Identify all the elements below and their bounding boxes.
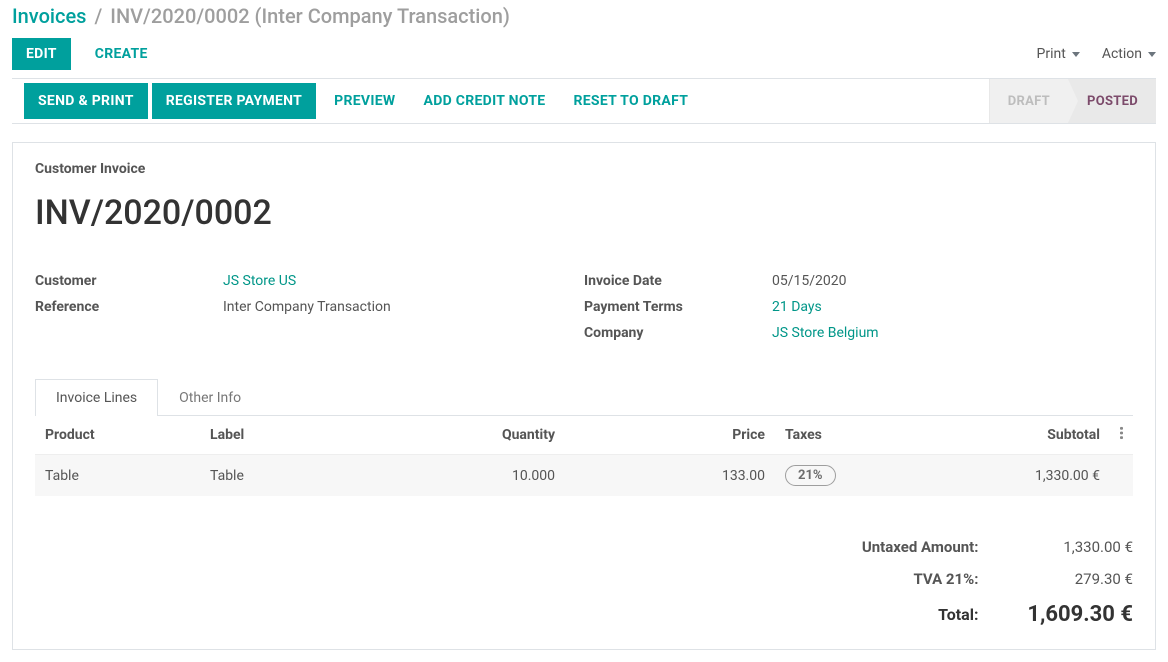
col-label[interactable]: Label bbox=[200, 416, 435, 455]
tva-label: TVA 21%: bbox=[853, 570, 978, 588]
table-row[interactable]: Table Table 10.000 133.00 21% 1,330.00 € bbox=[35, 455, 1133, 497]
add-credit-note-button[interactable]: ADD CREDIT NOTE bbox=[409, 83, 559, 119]
vertical-dots-icon bbox=[1120, 426, 1123, 440]
card-type-label: Customer Invoice bbox=[35, 161, 1133, 177]
cell-menu bbox=[1110, 455, 1133, 497]
col-subtotal[interactable]: Subtotal bbox=[945, 416, 1110, 455]
header-row: EDIT CREATE Print Action bbox=[12, 38, 1156, 70]
caret-down-icon bbox=[1148, 52, 1156, 57]
customer-value[interactable]: JS Store US bbox=[223, 273, 296, 289]
header-right: Print Action bbox=[1037, 46, 1156, 62]
company-label: Company bbox=[584, 325, 772, 341]
form-columns: Customer JS Store US Reference Inter Com… bbox=[35, 273, 1133, 351]
totals-block: Untaxed Amount: 1,330.00 € TVA 21%: 279.… bbox=[35, 538, 1133, 627]
total-value: 1,609.30 € bbox=[1018, 602, 1133, 627]
action-label: Action bbox=[1102, 46, 1142, 62]
status-posted[interactable]: POSTED bbox=[1068, 79, 1156, 123]
cell-product: Table bbox=[35, 455, 200, 497]
untaxed-label: Untaxed Amount: bbox=[853, 538, 978, 556]
register-payment-button[interactable]: REGISTER PAYMENT bbox=[152, 83, 316, 119]
totals-grid: Untaxed Amount: 1,330.00 € TVA 21%: 279.… bbox=[853, 538, 1133, 627]
customer-label: Customer bbox=[35, 273, 223, 289]
create-button[interactable]: CREATE bbox=[81, 38, 162, 70]
table-header-row: Product Label Quantity Price Taxes Subto… bbox=[35, 416, 1133, 455]
edit-button[interactable]: EDIT bbox=[12, 38, 71, 70]
reset-to-draft-button[interactable]: RESET TO DRAFT bbox=[559, 83, 702, 119]
form-col-left: Customer JS Store US Reference Inter Com… bbox=[35, 273, 584, 351]
company-value[interactable]: JS Store Belgium bbox=[772, 325, 879, 341]
total-label: Total: bbox=[853, 605, 978, 624]
field-invoice-date: Invoice Date 05/15/2020 bbox=[584, 273, 1133, 289]
action-dropdown[interactable]: Action bbox=[1102, 46, 1156, 62]
field-reference: Reference Inter Company Transaction bbox=[35, 299, 584, 315]
status-draft[interactable]: DRAFT bbox=[989, 79, 1068, 123]
cell-taxes: 21% bbox=[775, 455, 945, 497]
field-payment-terms: Payment Terms 21 Days bbox=[584, 299, 1133, 315]
payment-terms-label: Payment Terms bbox=[584, 299, 772, 315]
tax-badge: 21% bbox=[785, 465, 836, 486]
action-bar-left: SEND & PRINT REGISTER PAYMENT PREVIEW AD… bbox=[12, 79, 714, 123]
breadcrumb-root[interactable]: Invoices bbox=[12, 4, 86, 28]
form-col-right: Invoice Date 05/15/2020 Payment Terms 21… bbox=[584, 273, 1133, 351]
payment-terms-value[interactable]: 21 Days bbox=[772, 299, 822, 315]
lines-table: Product Label Quantity Price Taxes Subto… bbox=[35, 416, 1133, 496]
status-steps: DRAFT POSTED bbox=[989, 79, 1156, 123]
invoice-date-value: 05/15/2020 bbox=[772, 273, 847, 289]
col-price[interactable]: Price bbox=[565, 416, 775, 455]
reference-value: Inter Company Transaction bbox=[223, 299, 391, 315]
field-customer: Customer JS Store US bbox=[35, 273, 584, 289]
preview-button[interactable]: PREVIEW bbox=[320, 83, 409, 119]
tva-value: 279.30 € bbox=[1018, 570, 1133, 588]
reference-label: Reference bbox=[35, 299, 223, 315]
tab-invoice-lines[interactable]: Invoice Lines bbox=[35, 379, 158, 416]
invoice-card: Customer Invoice INV/2020/0002 Customer … bbox=[12, 142, 1156, 650]
col-taxes[interactable]: Taxes bbox=[775, 416, 945, 455]
col-quantity[interactable]: Quantity bbox=[435, 416, 565, 455]
invoice-title: INV/2020/0002 bbox=[35, 193, 1133, 233]
cell-label: Table bbox=[200, 455, 435, 497]
field-company: Company JS Store Belgium bbox=[584, 325, 1133, 341]
untaxed-value: 1,330.00 € bbox=[1018, 538, 1133, 556]
caret-down-icon bbox=[1072, 52, 1080, 57]
cell-price: 133.00 bbox=[565, 455, 775, 497]
send-print-button[interactable]: SEND & PRINT bbox=[24, 83, 148, 119]
header-left: EDIT CREATE bbox=[12, 38, 162, 70]
invoice-date-label: Invoice Date bbox=[584, 273, 772, 289]
tabs: Invoice Lines Other Info bbox=[35, 379, 1133, 416]
breadcrumb: Invoices / INV/2020/0002 (Inter Company … bbox=[12, 4, 1156, 28]
breadcrumb-tail: INV/2020/0002 (Inter Company Transaction… bbox=[110, 4, 510, 28]
breadcrumb-slash: / bbox=[94, 4, 102, 28]
print-dropdown[interactable]: Print bbox=[1037, 46, 1080, 62]
col-menu[interactable] bbox=[1110, 416, 1133, 455]
cell-subtotal: 1,330.00 € bbox=[945, 455, 1110, 497]
print-label: Print bbox=[1037, 46, 1066, 62]
action-bar: SEND & PRINT REGISTER PAYMENT PREVIEW AD… bbox=[12, 78, 1156, 124]
col-product[interactable]: Product bbox=[35, 416, 200, 455]
tab-other-info[interactable]: Other Info bbox=[158, 379, 262, 416]
cell-quantity: 10.000 bbox=[435, 455, 565, 497]
